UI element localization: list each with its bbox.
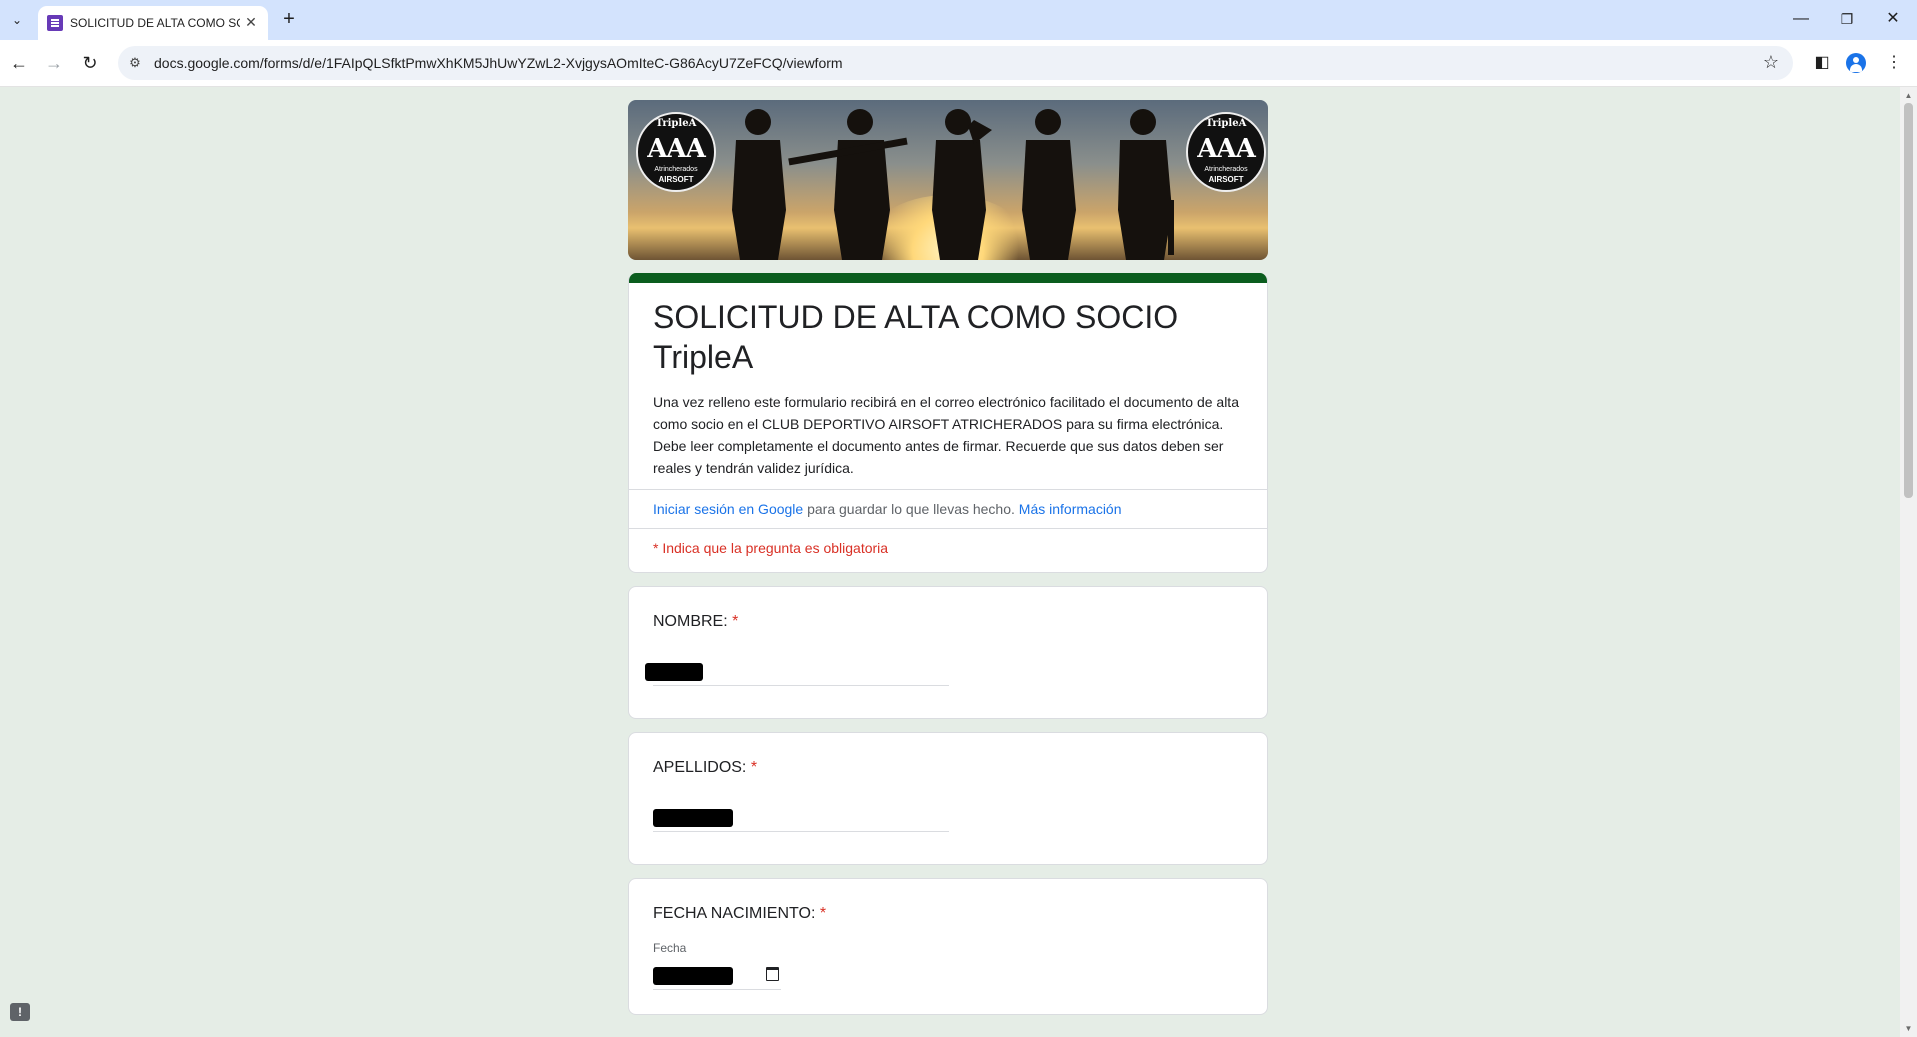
page-viewport: TripleA AAA Atrincherados AIRSOFT Triple… bbox=[0, 87, 1900, 1037]
active-tab[interactable]: SOLICITUD DE ALTA COMO SOCIO TripleA ✕ bbox=[38, 6, 268, 40]
required-note: * Indica que la pregunta es obligatoria bbox=[629, 528, 1267, 572]
profile-icon[interactable] bbox=[1846, 53, 1866, 73]
forms-favicon bbox=[47, 15, 63, 31]
triplea-logo-right: TripleA AAA Atrincherados AIRSOFT bbox=[1186, 112, 1266, 192]
question-title: FECHA NACIMIENTO: bbox=[653, 905, 816, 922]
soldier-silhouettes-image bbox=[732, 109, 1174, 260]
minimize-icon[interactable]: — bbox=[1786, 8, 1816, 30]
url-text[interactable]: docs.google.com/forms/d/e/1FAIpQLSfktPmw… bbox=[154, 55, 843, 71]
form-container: TripleA AAA Atrincherados AIRSOFT Triple… bbox=[628, 100, 1268, 1015]
date-sublabel: Fecha bbox=[653, 941, 687, 955]
question-title: NOMBRE: bbox=[653, 613, 728, 630]
feedback-icon[interactable]: ! bbox=[10, 1003, 30, 1021]
side-panel-icon[interactable]: ◧ bbox=[1810, 51, 1834, 75]
question-label: NOMBRE: * bbox=[629, 587, 1267, 631]
header-banner-image: TripleA AAA Atrincherados AIRSOFT Triple… bbox=[628, 100, 1268, 260]
form-title-card: SOLICITUD DE ALTA COMO SOCIO TripleA Una… bbox=[628, 273, 1268, 573]
question-card-apellidos: APELLIDOS: * bbox=[628, 732, 1268, 865]
reload-icon[interactable]: ↻ bbox=[78, 51, 102, 75]
nombre-input[interactable] bbox=[645, 661, 949, 686]
forward-icon[interactable]: → bbox=[42, 51, 66, 75]
question-label: APELLIDOS: * bbox=[629, 733, 1267, 777]
browser-tab-strip: ⌄ SOLICITUD DE ALTA COMO SOCIO TripleA ✕… bbox=[0, 0, 1917, 40]
form-title: SOLICITUD DE ALTA COMO SOCIO TripleA bbox=[653, 299, 1179, 375]
menu-icon[interactable]: ⋮ bbox=[1882, 51, 1906, 75]
restore-icon[interactable]: ❐ bbox=[1832, 8, 1862, 30]
address-bar[interactable]: ⚙ docs.google.com/forms/d/e/1FAIpQLSfktP… bbox=[118, 46, 1793, 80]
site-info-icon[interactable]: ⚙ bbox=[126, 54, 144, 72]
signin-text: para guardar lo que llevas hecho. bbox=[803, 501, 1019, 517]
required-asterisk: * bbox=[732, 613, 739, 630]
signin-row: Iniciar sesión en Google para guardar lo… bbox=[629, 489, 1267, 528]
back-icon[interactable]: ← bbox=[7, 51, 31, 75]
required-asterisk: * bbox=[819, 905, 827, 922]
browser-toolbar: ← → ↻ ⚙ docs.google.com/forms/d/e/1FAIpQ… bbox=[0, 40, 1917, 87]
signin-link[interactable]: Iniciar sesión en Google bbox=[653, 501, 803, 517]
question-title: APELLIDOS: bbox=[653, 759, 747, 776]
plus-icon[interactable]: + bbox=[278, 8, 300, 30]
scroll-thumb[interactable] bbox=[1904, 103, 1913, 498]
page-scrollbar[interactable]: ▲ ▼ bbox=[1900, 87, 1917, 1037]
required-asterisk: * bbox=[750, 759, 758, 776]
more-info-link[interactable]: Más información bbox=[1019, 501, 1122, 517]
calendar-icon[interactable] bbox=[766, 967, 779, 981]
close-icon[interactable]: ✕ bbox=[242, 13, 260, 31]
redacted-value bbox=[653, 809, 733, 827]
question-card-nombre: NOMBRE: * bbox=[628, 586, 1268, 719]
title-accent-bar bbox=[629, 273, 1267, 283]
question-label: FECHA NACIMIENTO: * bbox=[629, 879, 1267, 923]
form-description: Una vez relleno este formulario recibirá… bbox=[653, 394, 1239, 476]
close-window-icon[interactable]: ✕ bbox=[1878, 8, 1908, 30]
scroll-up-arrow-icon[interactable]: ▲ bbox=[1904, 91, 1913, 100]
fecha-date-input[interactable] bbox=[653, 965, 781, 990]
apellidos-input[interactable] bbox=[653, 807, 949, 832]
tab-list-icon[interactable]: ⌄ bbox=[6, 9, 28, 31]
scroll-down-arrow-icon[interactable]: ▼ bbox=[1904, 1024, 1913, 1033]
redacted-value bbox=[653, 967, 733, 985]
question-card-fecha: FECHA NACIMIENTO: * Fecha bbox=[628, 878, 1268, 1015]
triplea-logo-left: TripleA AAA Atrincherados AIRSOFT bbox=[636, 112, 716, 192]
redacted-value bbox=[645, 663, 703, 681]
tab-title: SOLICITUD DE ALTA COMO SOCIO TripleA bbox=[70, 16, 240, 30]
star-icon[interactable]: ☆ bbox=[1763, 52, 1779, 73]
